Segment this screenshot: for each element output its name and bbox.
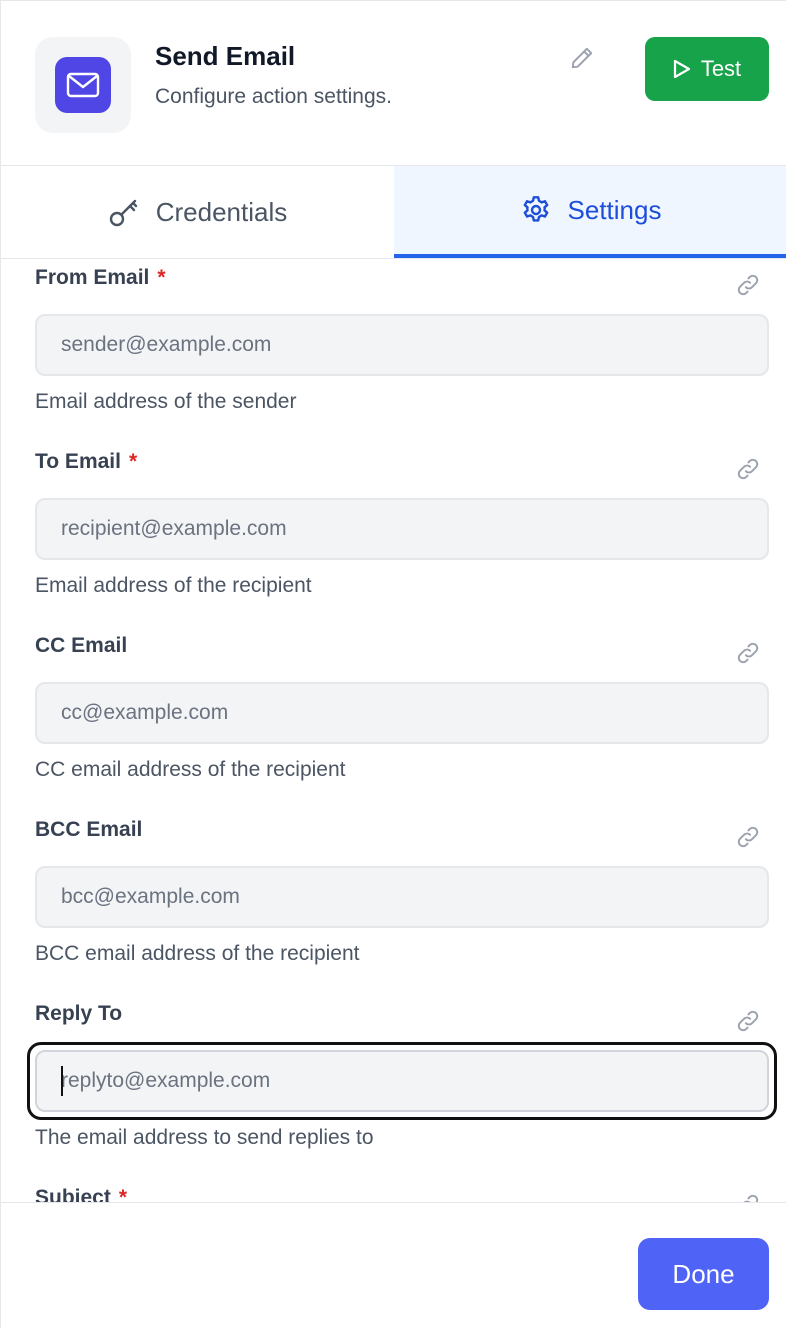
required-marker: * <box>128 450 138 473</box>
to-email-input[interactable] <box>35 498 769 560</box>
key-icon <box>109 199 137 227</box>
reply-to-input[interactable] <box>35 1050 769 1112</box>
field-help: CC email address of the recipient <box>35 758 346 781</box>
test-button-label: Test <box>700 56 742 81</box>
link-icon[interactable] <box>735 640 761 666</box>
action-config-panel: Send Email Configure action settings. Te… <box>0 0 786 1328</box>
tab-credentials[interactable]: Credentials <box>1 166 394 258</box>
panel-footer: Done <box>1 1202 786 1328</box>
field-label: Subject * <box>35 1186 127 1202</box>
required-marker: * <box>157 266 166 289</box>
field-label: CC Email <box>35 634 128 657</box>
link-icon[interactable] <box>735 272 761 298</box>
play-icon <box>673 59 690 79</box>
link-icon[interactable] <box>735 456 761 482</box>
field-label: Reply To <box>35 1002 123 1025</box>
tab-settings-label: Settings <box>567 194 662 225</box>
link-icon[interactable] <box>735 1008 761 1034</box>
gear-icon <box>523 196 548 222</box>
mail-icon <box>55 57 111 113</box>
tab-settings[interactable]: Settings <box>394 166 786 258</box>
tab-bar: Credentials Settings <box>1 166 786 259</box>
field-help: The email address to send replies to <box>35 1126 374 1149</box>
field-label: To Email * <box>35 450 138 473</box>
field-help: Email address of the recipient <box>35 574 312 597</box>
settings-form[interactable]: From Email* Email address of the sender … <box>1 260 786 1202</box>
page-subtitle: Configure action settings. <box>155 85 392 108</box>
field-help: BCC email address of the recipient <box>35 942 360 965</box>
link-icon[interactable] <box>735 824 761 850</box>
link-icon[interactable] <box>735 1192 761 1202</box>
done-button[interactable]: Done <box>638 1238 769 1310</box>
field-label: From Email * <box>35 266 166 289</box>
bcc-email-input[interactable] <box>35 866 769 928</box>
test-button[interactable]: Test <box>645 37 769 101</box>
tab-credentials-label: Credentials <box>155 196 288 227</box>
cc-email-input[interactable] <box>35 682 769 744</box>
page-title: Send Email <box>155 41 296 71</box>
required-marker: * <box>118 1186 128 1202</box>
edit-pencil-icon[interactable] <box>567 43 597 73</box>
panel-header: Send Email Configure action settings. Te… <box>1 1 786 166</box>
field-help: Email address of the sender <box>35 390 297 413</box>
app-tile <box>35 37 131 133</box>
text-caret <box>61 1066 63 1096</box>
field-label: BCC Email <box>35 818 143 841</box>
from-email-input[interactable] <box>35 314 769 376</box>
